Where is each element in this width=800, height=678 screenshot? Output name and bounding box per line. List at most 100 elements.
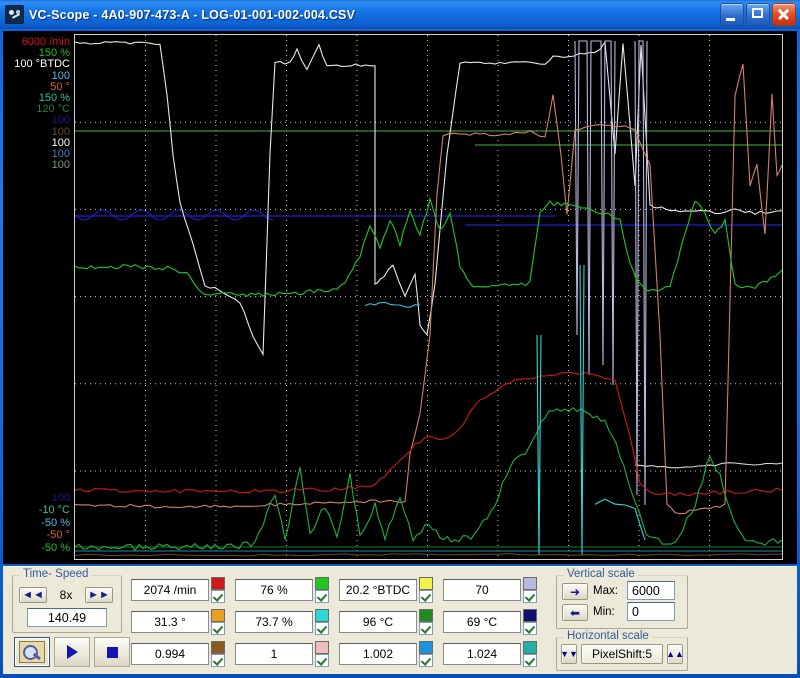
channel-color-swatch[interactable] — [211, 609, 225, 622]
channel-checkbox[interactable] — [419, 590, 433, 603]
rewind-button[interactable]: ◄◄ — [19, 587, 47, 603]
channel-toggle-stack — [419, 577, 433, 603]
channel-value[interactable]: 69 °C — [443, 611, 521, 633]
channel-checkbox[interactable] — [315, 590, 329, 603]
channel-toggle-stack — [419, 609, 433, 635]
play-icon — [66, 645, 78, 659]
axis-top-label-7: 100 — [51, 114, 70, 127]
double-down-icon: ▼▼ — [560, 648, 578, 659]
channel-toggle-stack — [523, 577, 537, 603]
channel-color-swatch[interactable] — [211, 641, 225, 654]
control-panel: Time- Speed ◄◄ 8x ►► 140.49 2074 /min 31.… — [3, 566, 797, 675]
double-up-icon: ▲▲ — [666, 648, 684, 659]
time-value-field[interactable]: 140.49 — [27, 608, 107, 627]
channel-value[interactable]: 70 — [443, 579, 521, 601]
channel-value[interactable]: 1 — [235, 643, 313, 665]
axis-top-label-3: 100 — [51, 69, 70, 82]
axis-top-label-11: 100 — [51, 159, 70, 172]
trace-svg — [75, 35, 782, 559]
min-label: Min: — [593, 606, 615, 618]
axis-bottom-label-3: -50 ° — [46, 529, 70, 542]
channel-value[interactable]: 20.2 °BTDC — [339, 579, 417, 601]
channel-toggle-stack — [523, 609, 537, 635]
channel-cell: 1.024 — [443, 641, 537, 667]
channel-color-swatch[interactable] — [419, 641, 433, 654]
minimize-button[interactable] — [720, 3, 744, 26]
channel-color-swatch[interactable] — [315, 577, 329, 590]
pixelshift-down-button[interactable]: ▼▼ — [560, 644, 578, 664]
channel-value[interactable]: 0.994 — [131, 643, 209, 665]
channel-cell: 73.7 % — [235, 609, 329, 635]
time-speed-group: Time- Speed ◄◄ 8x ►► 140.49 — [12, 568, 122, 633]
channel-checkbox[interactable] — [523, 654, 537, 667]
channel-value[interactable]: 96 °C — [339, 611, 417, 633]
vertical-scale-title: Vertical scale — [564, 568, 638, 580]
channel-value[interactable]: 1.002 — [339, 643, 417, 665]
channel-checkbox[interactable] — [419, 654, 433, 667]
channel-checkbox[interactable] — [523, 622, 537, 635]
scale-left-button[interactable]: ⬅ — [562, 604, 588, 621]
channel-color-swatch[interactable] — [523, 577, 537, 590]
channel-toggle-stack — [523, 641, 537, 667]
channel-color-swatch[interactable] — [315, 609, 329, 622]
channel-value[interactable]: 2074 /min — [131, 579, 209, 601]
axis-bottom-label-1: -10 °C — [38, 504, 70, 517]
chart-area: 6000 /min 150 % 100 °BTDC 100 50 ° 150 % 120 °… — [3, 31, 797, 564]
speed-value: 8x — [59, 588, 73, 602]
channel-value[interactable]: 31.3 ° — [131, 611, 209, 633]
axis-bottom-label-4: -50 % — [41, 541, 70, 554]
channel-checkbox[interactable] — [211, 622, 225, 635]
channel-toggle-stack — [211, 641, 225, 667]
min-field[interactable]: 0 — [627, 602, 675, 621]
channel-cell: 31.3 ° — [131, 609, 225, 635]
axis-top-label-8: 100 — [51, 125, 70, 138]
max-field[interactable]: 6000 — [627, 581, 675, 600]
channel-value[interactable]: 76 % — [235, 579, 313, 601]
channel-color-swatch[interactable] — [419, 577, 433, 590]
channel-checkbox[interactable] — [419, 622, 433, 635]
scale-right-button[interactable]: ➜ — [562, 583, 588, 600]
scope-icon — [5, 5, 24, 24]
channel-cell: 96 °C — [339, 609, 433, 635]
channel-cell: 1 — [235, 641, 329, 667]
forward-button[interactable]: ►► — [85, 587, 113, 603]
time-speed-title: Time- Speed — [20, 568, 92, 580]
channel-cell: 69 °C — [443, 609, 537, 635]
window-title: VC-Scope - 4A0-907-473-A - LOG-01-001-00… — [29, 7, 356, 22]
channel-color-swatch[interactable] — [523, 641, 537, 654]
channel-toggle-stack — [211, 609, 225, 635]
channel-checkbox[interactable] — [315, 654, 329, 667]
stop-button[interactable] — [94, 637, 130, 667]
status-strip — [0, 674, 800, 678]
pixelshift-up-button[interactable]: ▲▲ — [666, 644, 684, 664]
channel-toggle-stack — [419, 641, 433, 667]
channel-checkbox[interactable] — [523, 590, 537, 603]
play-button[interactable] — [54, 637, 90, 667]
channel-cell: 1.002 — [339, 641, 433, 667]
channel-color-swatch[interactable] — [523, 609, 537, 622]
channel-checkbox[interactable] — [211, 590, 225, 603]
axis-top-label-2: 100 °BTDC — [14, 58, 70, 71]
max-label: Max: — [593, 585, 618, 597]
channel-color-swatch[interactable] — [211, 577, 225, 590]
channel-cell: 70 — [443, 577, 537, 603]
axis-bottom-label-0: 100 — [51, 492, 70, 504]
axis-bottom-label-2: -50 % — [41, 516, 70, 529]
maximize-button[interactable] — [746, 3, 770, 26]
horizontal-scale-group: Horizontal scale ▼▼ PixelShift:5 ▲▲ — [556, 630, 688, 671]
channel-value[interactable]: 73.7 % — [235, 611, 313, 633]
channel-color-swatch[interactable] — [315, 641, 329, 654]
plot-canvas[interactable] — [74, 34, 783, 560]
channel-value[interactable]: 1.024 — [443, 643, 521, 665]
channel-toggle-stack — [315, 577, 329, 603]
channel-toggle-stack — [315, 609, 329, 635]
zoom-tool-button[interactable] — [14, 637, 50, 667]
channel-checkbox[interactable] — [211, 654, 225, 667]
pixelshift-value: PixelShift:5 — [581, 644, 663, 664]
close-button[interactable] — [772, 3, 796, 26]
channel-color-swatch[interactable] — [419, 609, 433, 622]
vertical-scale-group: Vertical scale ➜ ⬅ Max: Min: 6000 0 — [556, 568, 688, 629]
app-window: VC-Scope - 4A0-907-473-A - LOG-01-001-00… — [0, 0, 800, 678]
channel-cell: 20.2 °BTDC — [339, 577, 433, 603]
channel-checkbox[interactable] — [315, 622, 329, 635]
